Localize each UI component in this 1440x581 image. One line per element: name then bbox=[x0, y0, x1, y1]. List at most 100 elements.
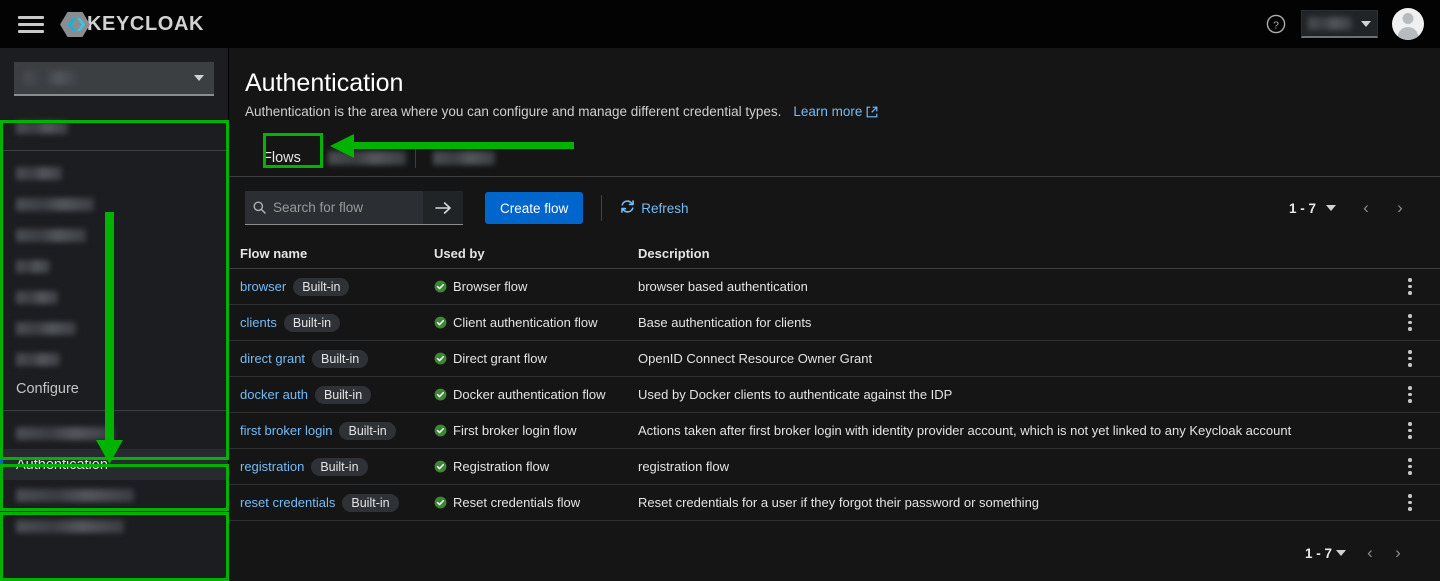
create-flow-button[interactable]: Create flow bbox=[485, 192, 583, 224]
nav-divider bbox=[0, 150, 228, 151]
search-group bbox=[245, 191, 463, 225]
table-row[interactable]: registrationBuilt-inRegistration flowreg… bbox=[229, 449, 1440, 485]
external-link-icon bbox=[866, 106, 878, 118]
arrow-right-icon bbox=[435, 201, 452, 215]
table-row[interactable]: direct grantBuilt-inDirect grant flowOpe… bbox=[229, 341, 1440, 377]
sidebar-item-label: Authentication bbox=[16, 457, 108, 473]
check-circle-icon bbox=[434, 352, 447, 365]
realm-select-masthead[interactable] bbox=[1301, 10, 1378, 38]
sidebar-item-blurred-9[interactable] bbox=[0, 418, 228, 449]
table-row[interactable]: clientsBuilt-inClient authentication flo… bbox=[229, 305, 1440, 341]
realm-select-masthead-value bbox=[1308, 17, 1352, 30]
built-in-badge: Built-in bbox=[293, 278, 349, 296]
cell-flow-name: browser Built-in bbox=[240, 278, 434, 296]
sidebar-item-blurred-11[interactable] bbox=[0, 511, 228, 542]
learn-more-link[interactable]: Learn more bbox=[793, 104, 878, 119]
masthead: KEYCLOAK ? bbox=[0, 0, 1440, 48]
table-row[interactable]: docker authBuilt-inDocker authentication… bbox=[229, 377, 1440, 413]
used-by-label: Browser flow bbox=[453, 279, 527, 294]
built-in-badge: Built-in bbox=[342, 494, 398, 512]
sidebar-item-blurred-3[interactable] bbox=[0, 189, 228, 220]
cell-used-by: Registration flow bbox=[434, 459, 638, 474]
flow-name-link[interactable]: reset credentials bbox=[240, 495, 335, 510]
kebab-menu-icon[interactable] bbox=[1399, 348, 1421, 370]
cell-description: Reset credentials for a user if they for… bbox=[638, 495, 1380, 510]
sidebar-item-blurred-5[interactable] bbox=[0, 251, 228, 282]
flow-name-link[interactable]: clients bbox=[240, 315, 277, 330]
pagination-bottom-range: 1 - 7 bbox=[1305, 546, 1332, 561]
user-avatar-icon[interactable] bbox=[1392, 8, 1424, 40]
cell-flow-name: first broker loginBuilt-in bbox=[240, 422, 434, 440]
pagination-bottom-next-button[interactable]: › bbox=[1384, 539, 1412, 567]
table-row[interactable]: reset credentials Built-in Reset credentia… bbox=[229, 485, 1440, 521]
sidebar-item-label bbox=[16, 489, 134, 502]
pagination-bottom: 1 - 7 ‹ › bbox=[229, 521, 1440, 567]
check-circle-icon bbox=[434, 280, 447, 293]
kebab-menu-icon[interactable] bbox=[1399, 384, 1421, 406]
search-box[interactable] bbox=[245, 191, 423, 225]
used-by-label: Direct grant flow bbox=[453, 351, 547, 366]
sidebar-item-blurred-1[interactable] bbox=[0, 112, 228, 143]
tab-blurred-1[interactable] bbox=[319, 139, 415, 176]
learn-more-label: Learn more bbox=[793, 104, 862, 119]
cell-flow-name: direct grantBuilt-in bbox=[240, 350, 434, 368]
flow-name-link[interactable]: browser bbox=[240, 279, 286, 294]
flow-name-link[interactable]: docker auth bbox=[240, 387, 308, 402]
hamburger-icon[interactable] bbox=[18, 13, 44, 35]
nav-divider bbox=[0, 410, 228, 411]
table-row[interactable]: first broker loginBuilt-in First broker l… bbox=[229, 413, 1440, 449]
built-in-badge: Built-in bbox=[284, 314, 340, 332]
brand-logo[interactable]: KEYCLOAK bbox=[60, 11, 204, 38]
sidebar-item-blurred-4[interactable] bbox=[0, 220, 228, 251]
tab-flows[interactable]: Flows bbox=[245, 139, 319, 176]
table-row[interactable]: browser Built-in Browser flow browser based… bbox=[229, 269, 1440, 305]
kebab-menu-icon[interactable] bbox=[1399, 276, 1421, 298]
cell-flow-name: reset credentials Built-in bbox=[240, 494, 434, 512]
sidebar-item-blurred-8[interactable] bbox=[0, 344, 228, 375]
cell-actions bbox=[1380, 384, 1440, 406]
cell-actions bbox=[1380, 312, 1440, 334]
sidebar-item-label bbox=[16, 198, 94, 211]
search-input[interactable] bbox=[273, 200, 413, 215]
sidebar-item-blurred-2[interactable] bbox=[0, 158, 228, 189]
sidebar-item-blurred-6[interactable] bbox=[0, 282, 228, 313]
column-header-description: Description bbox=[638, 246, 1380, 261]
cell-used-by: Docker authentication flow bbox=[434, 387, 638, 402]
flow-name-link[interactable]: direct grant bbox=[240, 351, 305, 366]
pagination-next-button[interactable]: › bbox=[1386, 194, 1414, 222]
cell-flow-name: docker authBuilt-in bbox=[240, 386, 434, 404]
masthead-actions: ? bbox=[1265, 8, 1440, 40]
kebab-menu-icon[interactable] bbox=[1399, 312, 1421, 334]
search-submit-button[interactable] bbox=[423, 191, 463, 225]
used-by-label: Registration flow bbox=[453, 459, 549, 474]
flow-name-link[interactable]: first broker login bbox=[240, 423, 332, 438]
pagination-bottom-prev-button[interactable]: ‹ bbox=[1356, 539, 1384, 567]
flow-name-link[interactable]: registration bbox=[240, 459, 304, 474]
kebab-menu-icon[interactable] bbox=[1399, 492, 1421, 514]
realm-selector[interactable] bbox=[14, 62, 214, 96]
refresh-button[interactable]: Refresh bbox=[620, 199, 688, 217]
kebab-menu-icon[interactable] bbox=[1399, 420, 1421, 442]
sidebar-item-label bbox=[16, 520, 124, 533]
kebab-menu-icon[interactable] bbox=[1399, 456, 1421, 478]
cell-description: browser based authentication bbox=[638, 279, 1380, 294]
cell-used-by: Reset credentials flow bbox=[434, 495, 638, 510]
used-by-label: First broker login flow bbox=[453, 423, 577, 438]
pagination-caret-down-icon[interactable] bbox=[1326, 205, 1336, 211]
page-title: Authentication bbox=[245, 68, 1416, 98]
pagination-prev-button[interactable]: ‹ bbox=[1352, 194, 1380, 222]
realm-selector-value bbox=[24, 71, 82, 85]
cell-description: registration flow bbox=[638, 459, 1380, 474]
sidebar-item-blurred-10[interactable] bbox=[0, 480, 228, 511]
cell-actions bbox=[1380, 456, 1440, 478]
cell-used-by: Browser flow bbox=[434, 279, 638, 294]
page-description: Authentication is the area where you can… bbox=[245, 104, 781, 119]
tab-blurred-2[interactable] bbox=[416, 139, 512, 176]
sidebar-item-authentication[interactable]: Authentication bbox=[0, 449, 228, 480]
sidebar-item-blurred-7[interactable] bbox=[0, 313, 228, 344]
sidebar-nav: Configure Authentication bbox=[0, 112, 228, 542]
help-circle-icon[interactable]: ? bbox=[1265, 13, 1287, 35]
pagination-bottom-caret-down-icon[interactable] bbox=[1336, 550, 1346, 556]
sidebar-item-label bbox=[16, 322, 76, 335]
sidebar-item-label bbox=[16, 121, 68, 134]
